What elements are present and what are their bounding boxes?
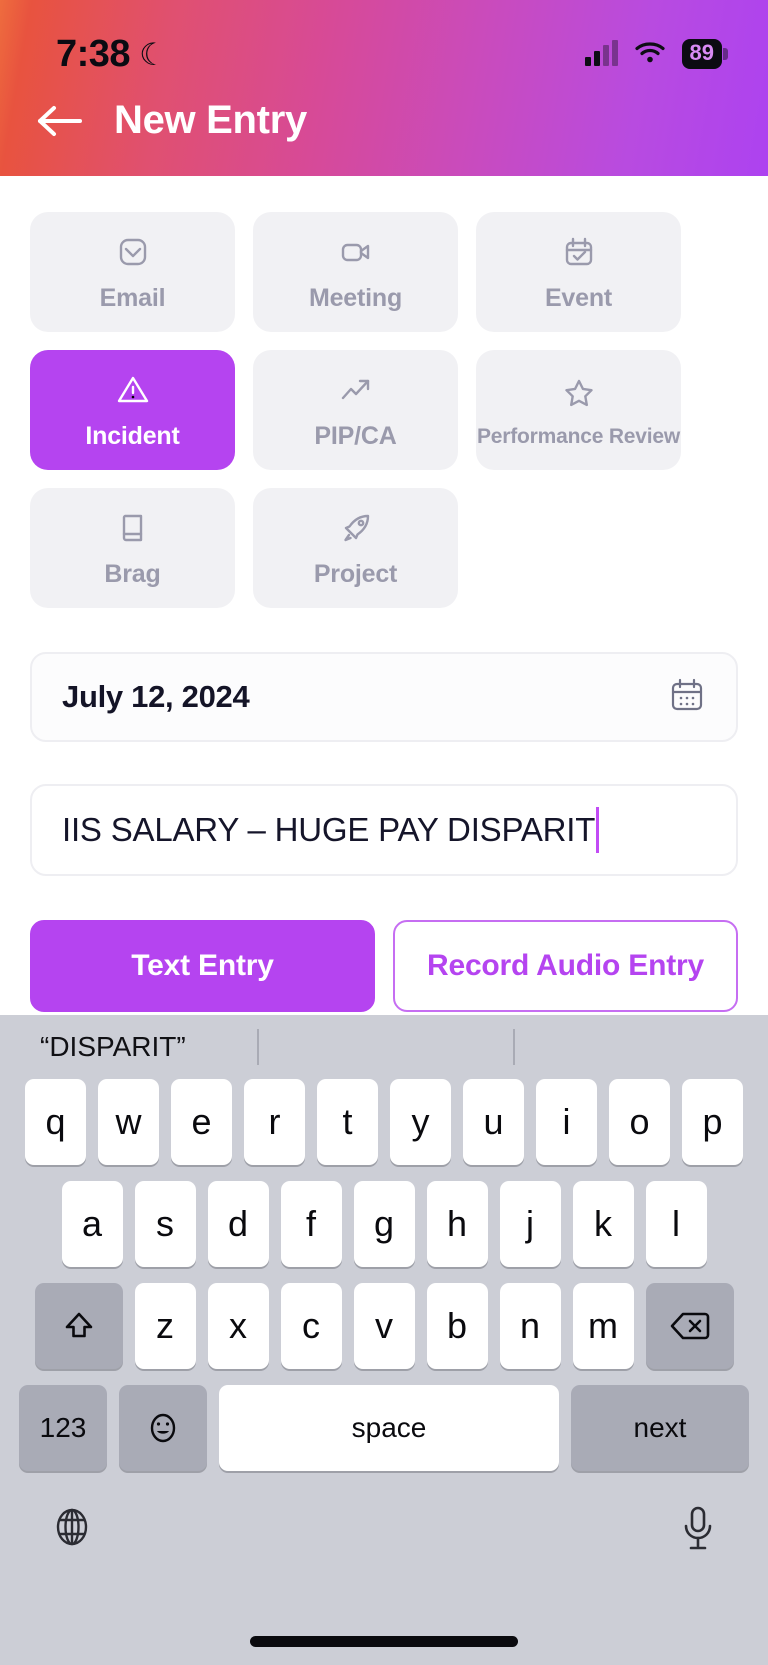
- suggestion-divider: [513, 1029, 515, 1065]
- entry-type-meeting[interactable]: Meeting: [253, 212, 458, 332]
- keyboard-row-1: q w e r t y u i o p: [0, 1079, 768, 1165]
- wifi-icon: [634, 40, 665, 69]
- shift-arrow-icon[interactable]: [34, 1283, 123, 1369]
- key-b[interactable]: b: [426, 1283, 488, 1369]
- status-bar: 7:38 ☾ 89: [0, 0, 768, 92]
- key-k[interactable]: k: [572, 1181, 634, 1267]
- key-v[interactable]: v: [353, 1283, 415, 1369]
- key-x[interactable]: x: [207, 1283, 269, 1369]
- entry-type-label: PIP/CA: [314, 422, 397, 450]
- entry-type-brag[interactable]: Brag: [30, 488, 235, 608]
- navigation-bar: New Entry: [0, 92, 768, 143]
- entry-type-label: Incident: [85, 422, 180, 450]
- status-time: 7:38: [56, 32, 131, 75]
- entry-title-value: IIS SALARY – HUGE PAY DISPARIT: [62, 811, 596, 848]
- key-y[interactable]: y: [390, 1079, 451, 1165]
- battery-indicator: 89: [681, 39, 729, 69]
- next-key[interactable]: next: [571, 1385, 749, 1471]
- date-field[interactable]: July 12, 2024: [30, 652, 738, 742]
- phone-screen: 7:38 ☾ 89 New Entry Email Meeting Event …: [0, 0, 768, 1665]
- key-z[interactable]: z: [134, 1283, 196, 1369]
- numeric-key[interactable]: 123: [19, 1385, 107, 1471]
- entry-type-pip-ca[interactable]: PIP/CA: [253, 350, 458, 470]
- status-bar-left: 7:38 ☾: [56, 33, 167, 76]
- entry-type-email[interactable]: Email: [30, 212, 235, 332]
- key-h[interactable]: h: [426, 1181, 488, 1267]
- crescent-moon-icon: ☾: [139, 36, 167, 72]
- key-e[interactable]: e: [171, 1079, 232, 1165]
- keyboard-row-2: a s d f g h j k l: [0, 1181, 768, 1267]
- key-l[interactable]: l: [645, 1181, 707, 1267]
- star-icon: [559, 372, 599, 414]
- key-f[interactable]: f: [280, 1181, 342, 1267]
- entry-type-event[interactable]: Event: [476, 212, 681, 332]
- space-key[interactable]: space: [219, 1385, 559, 1471]
- book-icon: [113, 507, 153, 549]
- keyboard-row-3: z x c v b n m: [0, 1283, 768, 1369]
- entry-title-input[interactable]: IIS SALARY – HUGE PAY DISPARIT: [30, 784, 738, 876]
- app-header: 7:38 ☾ 89 New Entry: [0, 0, 768, 176]
- suggestion-word[interactable]: “DISPARIT”: [40, 1031, 186, 1063]
- text-entry-button[interactable]: Text Entry: [30, 920, 375, 1012]
- record-audio-entry-button[interactable]: Record Audio Entry: [393, 920, 738, 1012]
- key-n[interactable]: n: [499, 1283, 561, 1369]
- globe-icon[interactable]: [48, 1503, 96, 1556]
- key-m[interactable]: m: [572, 1283, 634, 1369]
- status-bar-right: 89: [584, 39, 729, 69]
- date-value: July 12, 2024: [62, 679, 250, 714]
- entry-type-label: Event: [544, 284, 613, 312]
- entry-type-label: Meeting: [308, 284, 403, 312]
- entry-type-incident[interactable]: Incident: [30, 350, 235, 470]
- page-title: New Entry: [114, 98, 307, 142]
- trending-up-icon: [336, 369, 376, 411]
- back-arrow-icon[interactable]: [36, 101, 88, 141]
- key-q[interactable]: q: [25, 1079, 86, 1165]
- calendar-check-icon: [559, 231, 599, 273]
- key-u[interactable]: u: [463, 1079, 524, 1165]
- key-t[interactable]: t: [317, 1079, 378, 1165]
- key-d[interactable]: d: [207, 1181, 269, 1267]
- cellular-signal-icon: [584, 40, 618, 66]
- key-j[interactable]: j: [499, 1181, 561, 1267]
- key-p[interactable]: p: [682, 1079, 743, 1165]
- keyboard-row-4: 123 space next: [0, 1385, 768, 1471]
- entry-type-label: Performance Review: [477, 424, 680, 448]
- key-a[interactable]: a: [61, 1181, 123, 1267]
- key-i[interactable]: i: [536, 1079, 597, 1165]
- entry-type-grid: Email Meeting Event Incident PIP/CA Perf…: [30, 212, 738, 608]
- backspace-icon[interactable]: [645, 1283, 734, 1369]
- emoji-smiley-icon[interactable]: [119, 1385, 207, 1471]
- suggestion-bar: “DISPARIT”: [0, 1015, 768, 1079]
- home-indicator: [250, 1636, 518, 1647]
- key-r[interactable]: r: [244, 1079, 305, 1165]
- envelope-icon: [113, 231, 153, 273]
- key-g[interactable]: g: [353, 1181, 415, 1267]
- warning-triangle-icon: [113, 369, 153, 411]
- key-w[interactable]: w: [98, 1079, 159, 1165]
- suggestion-divider: [257, 1029, 259, 1065]
- text-caret: [596, 807, 600, 853]
- entry-type-label: Project: [313, 560, 398, 588]
- key-o[interactable]: o: [609, 1079, 670, 1165]
- entry-type-performance-review[interactable]: Performance Review: [476, 350, 681, 470]
- entry-type-label: Brag: [104, 560, 161, 588]
- entry-type-label: Email: [99, 284, 166, 312]
- rocket-icon: [336, 507, 376, 549]
- entry-mode-actions: Text Entry Record Audio Entry: [30, 920, 738, 1012]
- key-c[interactable]: c: [280, 1283, 342, 1369]
- key-s[interactable]: s: [134, 1181, 196, 1267]
- microphone-icon[interactable]: [676, 1503, 720, 1558]
- calendar-icon[interactable]: [668, 676, 706, 719]
- on-screen-keyboard: “DISPARIT” q w e r t y u i o p a s d f g…: [0, 1015, 768, 1665]
- video-camera-icon: [336, 231, 376, 273]
- entry-type-project[interactable]: Project: [253, 488, 458, 608]
